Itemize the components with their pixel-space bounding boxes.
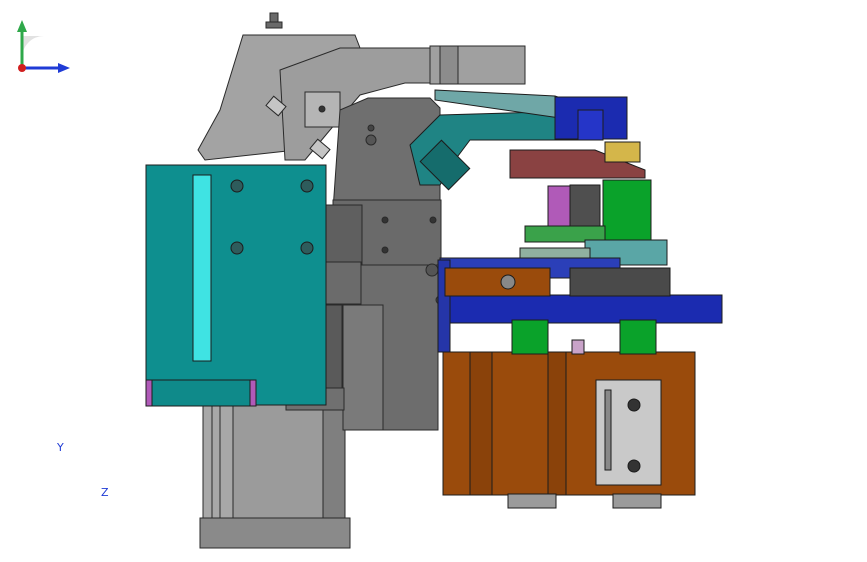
cad-assembly [145,12,723,549]
teal-clamp-block [145,164,327,407]
axis-y-label: Y [57,441,64,454]
orientation-triad [17,20,70,73]
axis-z-label: Z [101,486,109,499]
cad-viewport[interactable]: Y Z [0,0,867,562]
